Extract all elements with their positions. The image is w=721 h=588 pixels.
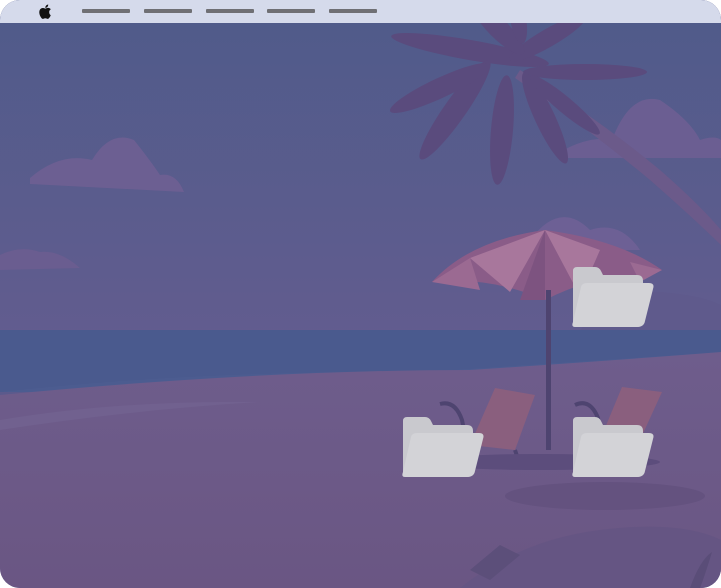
sand-shadow [505,482,705,510]
folder-icon [572,417,654,477]
menu-item-2[interactable] [144,9,192,13]
folder-icon [572,267,654,327]
menu-item-4-label [267,9,268,10]
menu-item-1-label [82,9,83,10]
menu-item-3-label [206,9,207,10]
menu-item-5-label [329,9,330,10]
menu-item-2-label [144,9,145,10]
desktop-screen [0,0,721,588]
desktop-folder-3[interactable] [571,415,655,479]
menu-item-5[interactable] [329,9,377,13]
menu-item-3[interactable] [206,9,254,13]
apple-logo-icon[interactable] [38,3,54,20]
desktop-folder-1[interactable] [571,265,655,329]
menu-bar [0,0,721,23]
menu-item-1[interactable] [82,9,130,13]
desktop-folder-2[interactable] [401,415,485,479]
folder-icon [402,417,484,477]
menu-item-4[interactable] [267,9,315,13]
